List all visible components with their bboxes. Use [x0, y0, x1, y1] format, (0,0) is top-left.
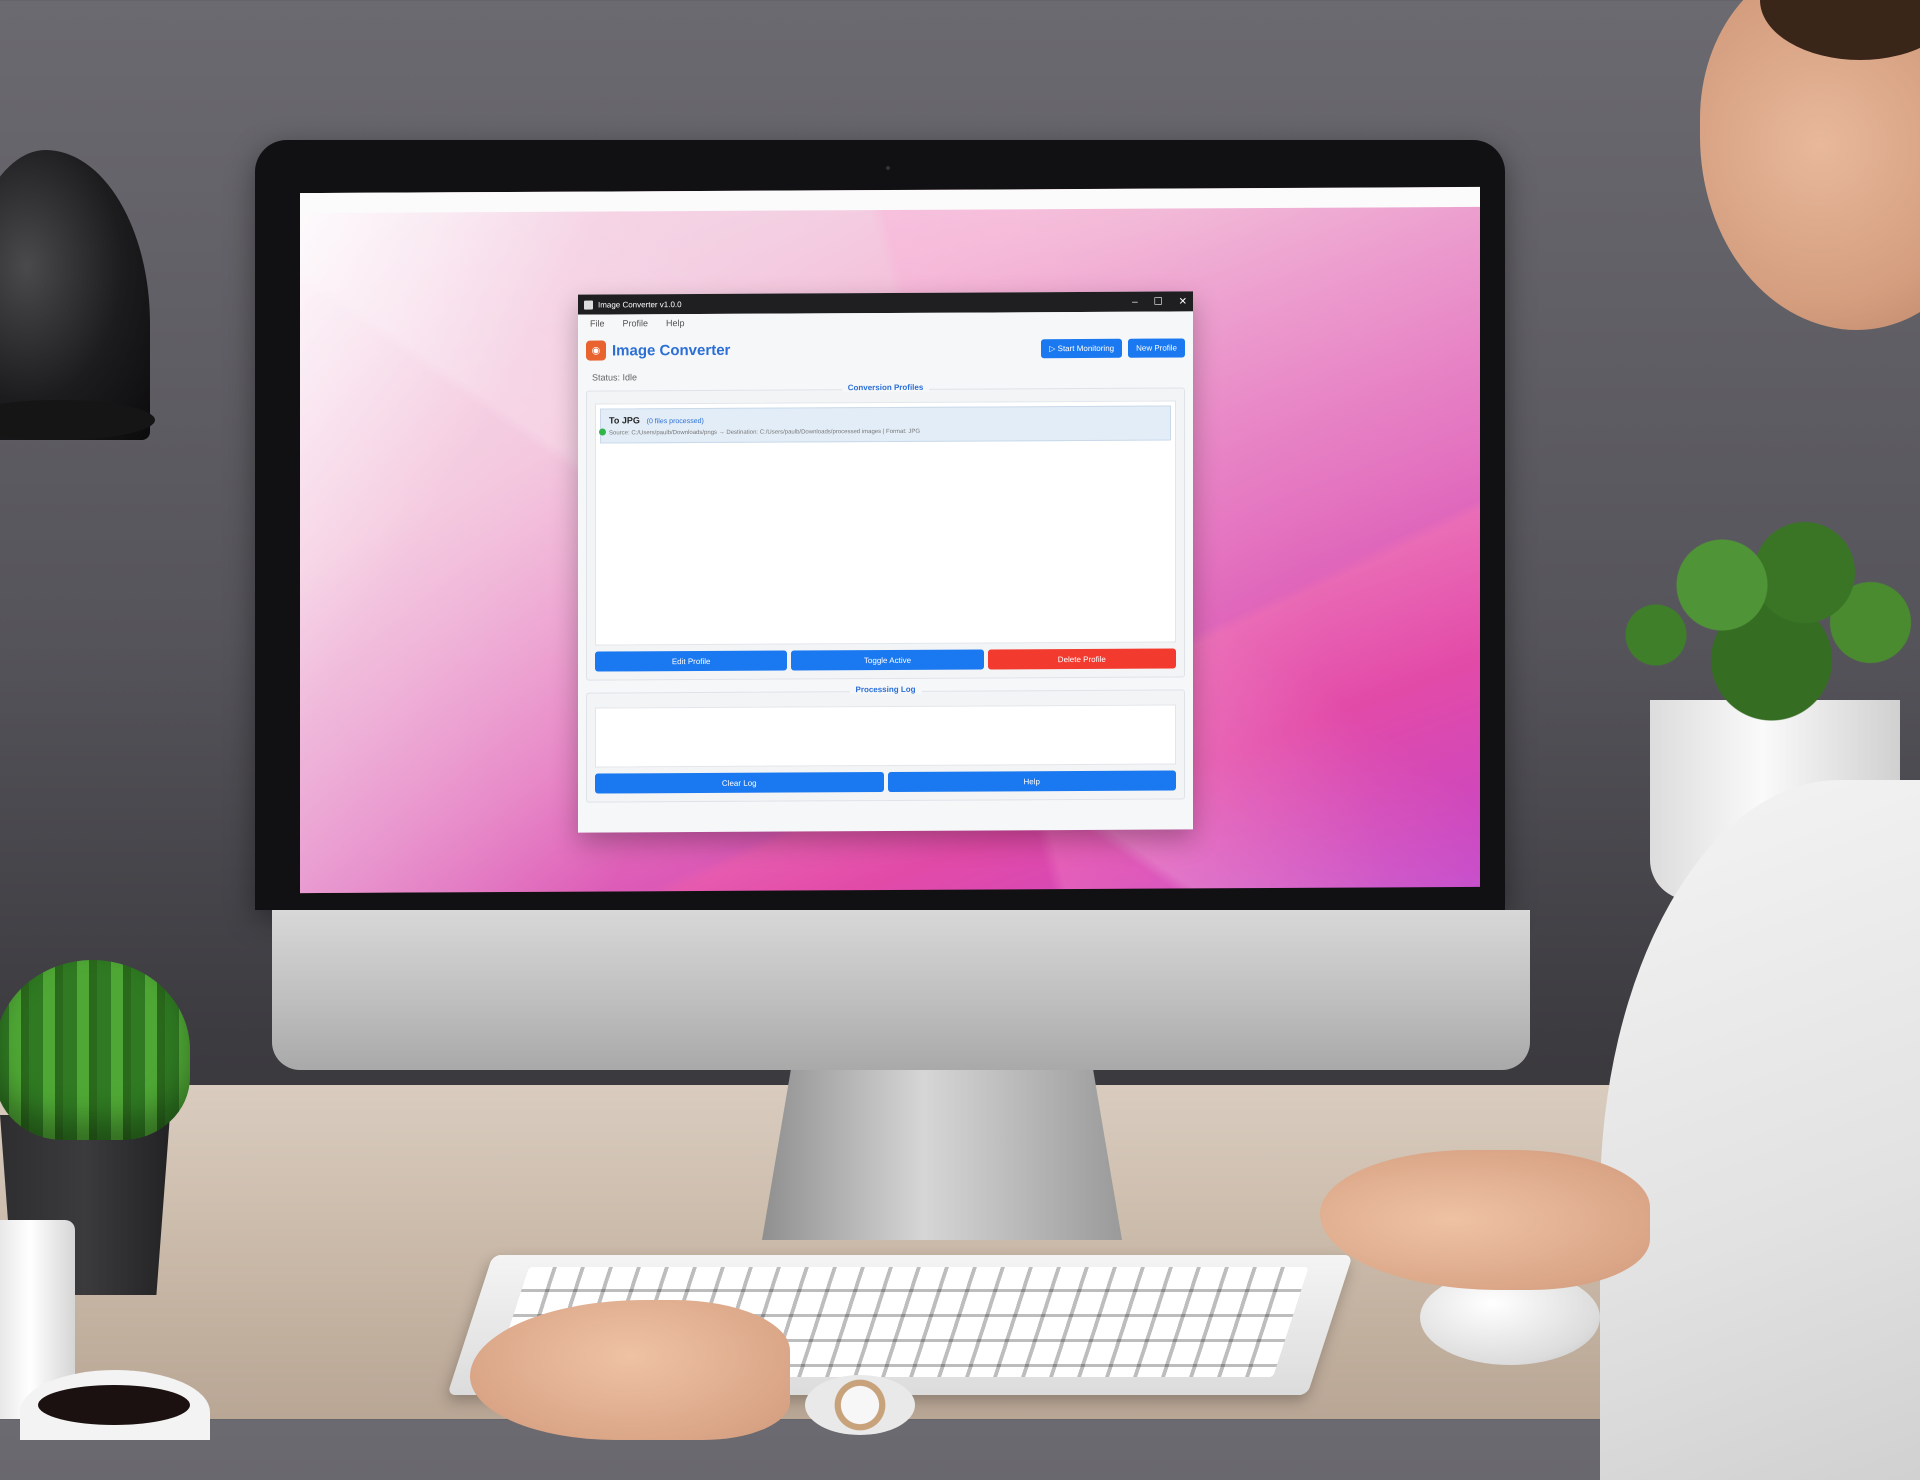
profile-name: To JPG [609, 415, 640, 426]
app-window: Image Converter v1.0.0 – ☐ ✕ File Profil… [578, 291, 1193, 833]
active-status-icon [599, 428, 606, 436]
processing-log-area[interactable] [595, 704, 1176, 768]
help-button[interactable]: Help [887, 770, 1176, 793]
clear-log-button[interactable]: Clear Log [595, 772, 884, 794]
maximize-icon[interactable]: ☐ [1154, 296, 1163, 307]
conversion-profiles-group: Conversion Profiles To JPG (0 files proc… [586, 382, 1185, 681]
profile-item[interactable]: To JPG (0 files processed) Source: C:/Us… [599, 405, 1171, 444]
menu-help[interactable]: Help [666, 318, 685, 328]
log-actions: Clear Log Help [587, 770, 1184, 794]
delete-profile-button[interactable]: Delete Profile [987, 648, 1176, 670]
menu-file[interactable]: File [590, 318, 605, 328]
profile-details: Source: C:/Users/paulb/Downloads/pngs → … [609, 428, 921, 437]
menu-profile[interactable]: Profile [623, 318, 649, 328]
app-header: ◉ Image Converter ▷ Start Monitoring New… [578, 329, 1193, 368]
toggle-active-button[interactable]: Toggle Active [791, 649, 984, 671]
profile-file-count: (0 files processed) [646, 417, 704, 426]
edit-profile-button[interactable]: Edit Profile [595, 650, 788, 672]
close-icon[interactable]: ✕ [1179, 296, 1187, 307]
desk-lamp [0, 150, 150, 440]
app-title: Image Converter [612, 341, 731, 359]
monitor-stand [762, 1070, 1122, 1240]
header-actions: ▷ Start Monitoring New Profile [1041, 337, 1185, 358]
person-shirt [1600, 780, 1920, 1480]
start-monitoring-button[interactable]: ▷ Start Monitoring [1041, 338, 1123, 358]
conversion-profiles-title: Conversion Profiles [841, 382, 930, 393]
new-profile-button[interactable]: New Profile [1128, 337, 1185, 358]
potted-plant [1590, 485, 1920, 735]
minimize-icon[interactable]: – [1132, 296, 1138, 307]
wrist-watch [805, 1375, 915, 1435]
profiles-list[interactable]: To JPG (0 files processed) Source: C:/Us… [595, 400, 1176, 646]
profile-actions: Edit Profile Toggle Active Delete Profil… [587, 648, 1184, 672]
window-controls: – ☐ ✕ [1132, 296, 1187, 307]
app-logo-icon: ◉ [586, 340, 606, 361]
coffee [38, 1385, 190, 1425]
window-title: Image Converter v1.0.0 [598, 299, 682, 310]
processing-log-group: Processing Log Clear Log Help [586, 684, 1185, 803]
apple-logo-icon [892, 950, 952, 1022]
app-small-icon [584, 300, 593, 310]
processing-log-title: Processing Log [849, 684, 922, 695]
monitor-screen: Image Converter v1.0.0 – ☐ ✕ File Profil… [300, 186, 1480, 894]
webcam [886, 166, 890, 170]
cactus-plant [0, 960, 190, 1140]
